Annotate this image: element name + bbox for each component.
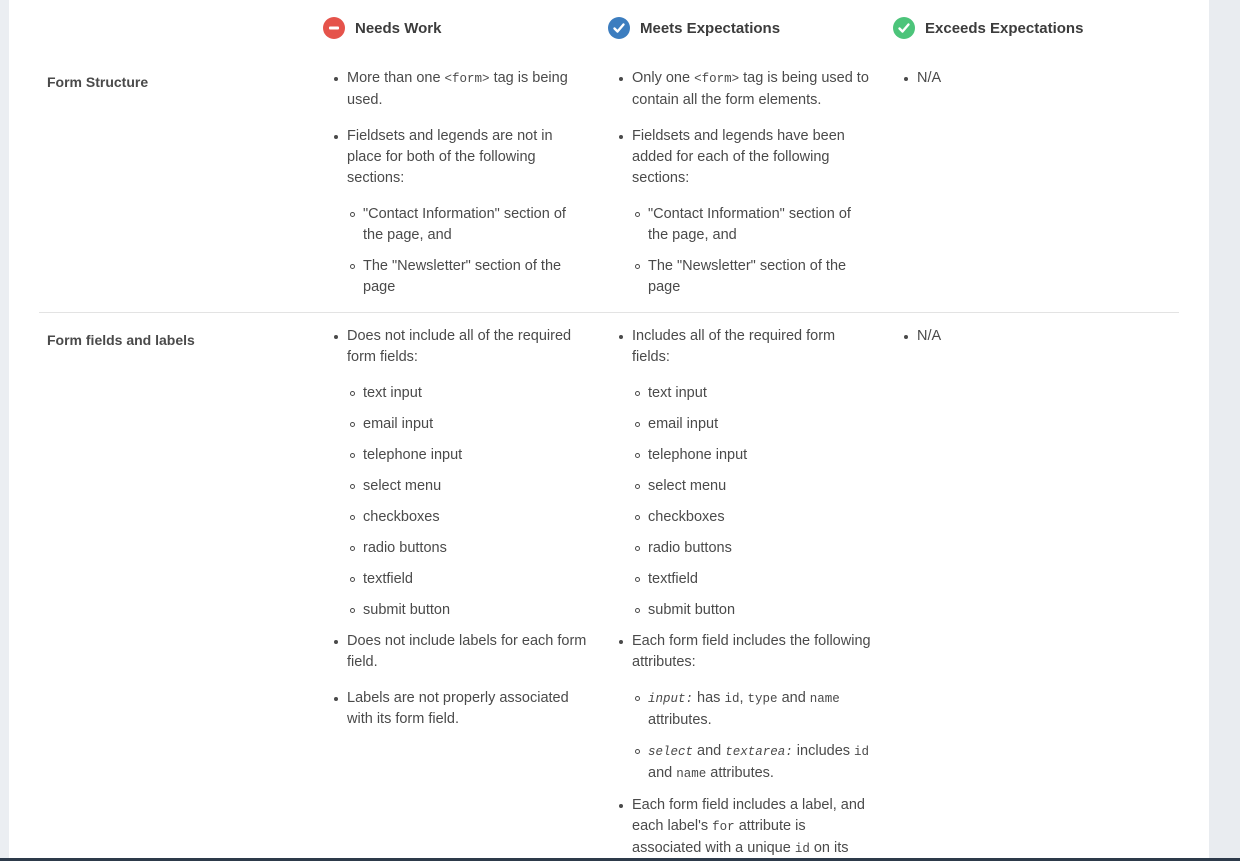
sub-list-item: select menu [632, 476, 873, 497]
list-item: Labels are not properly associated with … [323, 688, 588, 730]
needs-work-cell: More than one <form> tag is being used. … [323, 68, 588, 308]
meets-expectations-cell: Includes all of the required form fields… [608, 326, 873, 858]
needs-work-header: Needs Work [323, 16, 441, 40]
list-item: N/A [893, 68, 1158, 89]
sub-list-item: text input [347, 383, 588, 404]
sub-list-item: email input [632, 414, 873, 435]
rubric-row-form-fields-and-labels: Form fields and labels Does not include … [39, 326, 1179, 858]
list-item: N/A [893, 326, 1158, 347]
sub-list-item: radio buttons [632, 538, 873, 559]
list-item: Each form field includes the following a… [608, 631, 873, 785]
sub-list-item: checkboxes [632, 507, 873, 528]
sub-list-item: input: has id, type and name attributes. [632, 688, 873, 731]
rubric-panel: Needs Work Meets Expectations Exceeds Ex… [9, 0, 1209, 858]
list-item: Fieldsets and legends are not in place f… [323, 126, 588, 298]
rubric-row-form-structure: Form Structure More than one <form> tag … [39, 68, 1179, 313]
sub-list-item: textfield [347, 569, 588, 590]
sub-list-item: submit button [632, 600, 873, 621]
sub-list-item: textfield [632, 569, 873, 590]
list-item: Does not include labels for each form fi… [323, 631, 588, 673]
criterion-label: Form fields and labels [47, 332, 195, 348]
list-item: More than one <form> tag is being used. [323, 68, 588, 111]
sub-list-item: checkboxes [347, 507, 588, 528]
exceeds-expectations-cell: N/A [893, 326, 1158, 362]
meets-expectations-cell: Only one <form> tag is being used to con… [608, 68, 873, 308]
check-circle-icon [608, 17, 630, 39]
check-circle-icon [893, 17, 915, 39]
sub-list-item: select menu [347, 476, 588, 497]
list-item: Fieldsets and legends have been added fo… [608, 126, 873, 298]
sub-list-item: email input [347, 414, 588, 435]
exceeds-expectations-cell: N/A [893, 68, 1158, 104]
criterion-label: Form Structure [47, 74, 149, 90]
needs-work-label: Needs Work [355, 19, 442, 37]
list-item: Each form field includes a label, and ea… [608, 795, 873, 858]
meets-expectations-header: Meets Expectations [608, 16, 780, 40]
meets-expectations-label: Meets Expectations [640, 19, 781, 37]
sub-list-item: select and textarea: includes id and nam… [632, 741, 873, 785]
minus-circle-icon [323, 17, 345, 39]
exceeds-expectations-header: Exceeds Expectations [893, 16, 1083, 40]
list-item: Only one <form> tag is being used to con… [608, 68, 873, 111]
rubric-header: Needs Work Meets Expectations Exceeds Ex… [9, 0, 1209, 56]
sub-list-item: The "Newsletter" section of the page [347, 256, 588, 298]
exceeds-expectations-label: Exceeds Expectations [925, 19, 1084, 37]
sub-list-item: "Contact Information" section of the pag… [347, 204, 588, 246]
sub-list-item: The "Newsletter" section of the page [632, 256, 873, 298]
page-gutter [0, 0, 9, 861]
sub-list-item: radio buttons [347, 538, 588, 559]
sub-list-item: text input [632, 383, 873, 404]
needs-work-cell: Does not include all of the required for… [323, 326, 588, 745]
sub-list-item: submit button [347, 600, 588, 621]
list-item: Does not include all of the required for… [323, 326, 588, 621]
sub-list-item: telephone input [632, 445, 873, 466]
sub-list-item: telephone input [347, 445, 588, 466]
sub-list-item: "Contact Information" section of the pag… [632, 204, 873, 246]
list-item: Includes all of the required form fields… [608, 326, 873, 621]
